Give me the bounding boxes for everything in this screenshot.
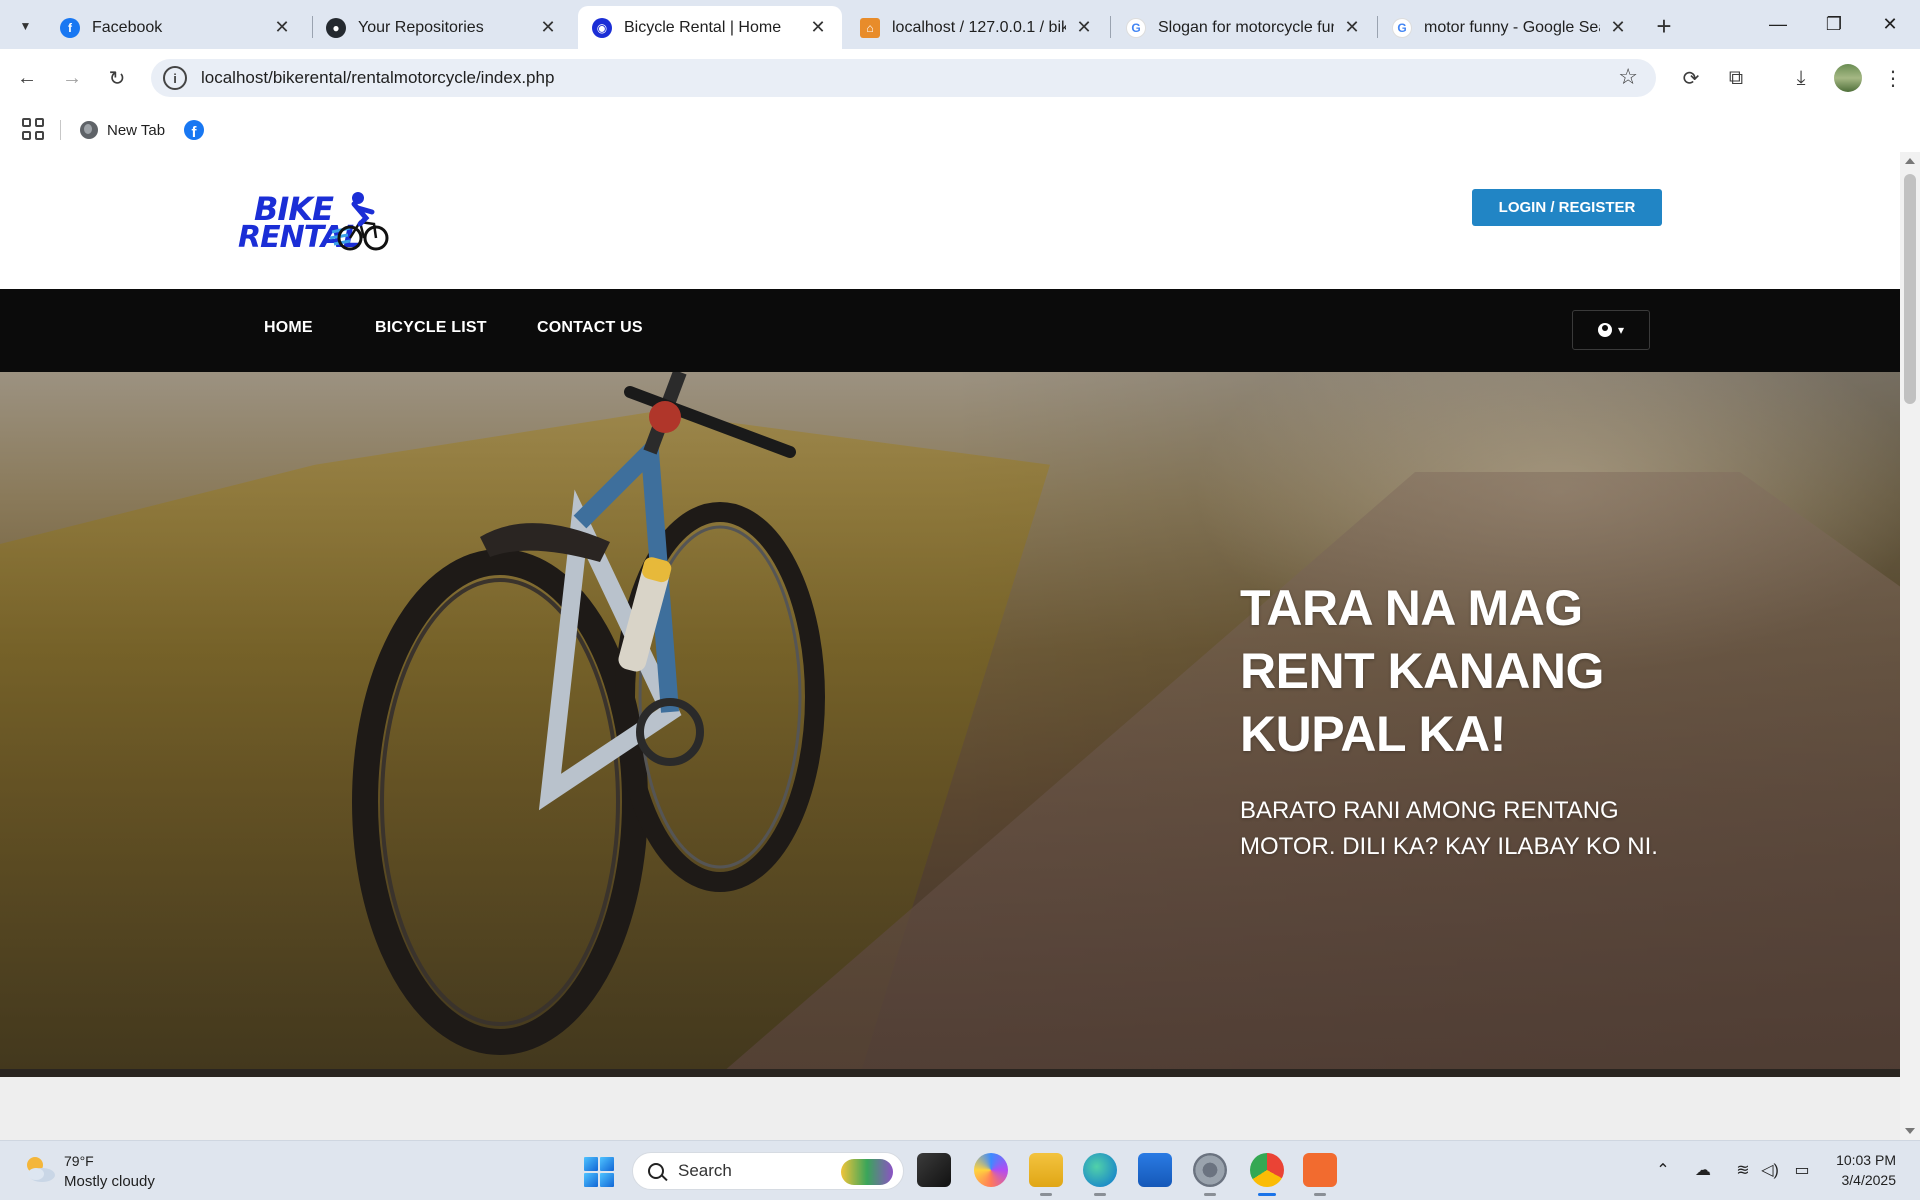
facebook-icon: f (60, 17, 80, 38)
bookmark-new-tab[interactable]: New Tab (80, 116, 165, 144)
search-icon (648, 1163, 664, 1179)
tab-facebook[interactable]: f Facebook ✕ (46, 6, 306, 49)
site-favicon-icon: ◉ (592, 17, 612, 38)
tab-title: Facebook (92, 18, 163, 36)
tab-title: Slogan for motorcycle funn (1158, 18, 1334, 36)
search-highlight-image (841, 1159, 893, 1185)
close-icon[interactable]: ✕ (808, 17, 828, 38)
user-dropdown-button[interactable]: ▾ (1572, 310, 1650, 350)
browser-toolbar: ← → ↻ i localhost/bikerental/rentalmotor… (0, 49, 1920, 108)
close-icon[interactable]: ✕ (272, 17, 292, 38)
reload-icon[interactable]: ↻ (100, 61, 134, 95)
xampp-icon[interactable] (1303, 1153, 1337, 1196)
nav-home[interactable]: HOME (264, 319, 313, 337)
task-view-icon[interactable] (917, 1153, 951, 1187)
battery-icon[interactable]: ▭ (1791, 1159, 1813, 1181)
weather-description[interactable]: Mostly cloudy (64, 1173, 155, 1190)
globe-icon (80, 121, 98, 139)
scroll-down-icon[interactable] (1905, 1128, 1915, 1134)
download-icon[interactable]: ⤓ (1784, 61, 1818, 95)
hero-text-block: TARA NA MAG RENT KANANG KUPAL KA! BARATO… (1240, 577, 1700, 865)
hero-banner: TARA NA MAG RENT KANANG KUPAL KA! BARATO… (0, 372, 1900, 1069)
google-icon: G (1126, 17, 1146, 38)
microsoft-store-icon[interactable] (1138, 1153, 1172, 1187)
back-arrow-icon[interactable]: ← (10, 61, 44, 95)
file-explorer-icon[interactable] (1029, 1153, 1063, 1196)
tab-search-chevron-icon[interactable]: ▼ (10, 10, 41, 41)
phpmyadmin-icon: ⌂ (860, 17, 880, 38)
clock-date[interactable]: 3/4/2025 (1832, 1172, 1897, 1188)
restore-icon[interactable]: ❐ (1806, 0, 1862, 49)
tab-github[interactable]: ● Your Repositories ✕ (312, 6, 572, 49)
site-header: BIKE RENTAL LOGIN / REGISTER (0, 152, 1900, 289)
scroll-up-icon[interactable] (1905, 158, 1915, 164)
chrome-icon[interactable] (1250, 1153, 1284, 1196)
window-close-icon[interactable]: ✕ (1862, 0, 1918, 49)
scrollbar-thumb[interactable] (1904, 174, 1916, 404)
address-bar[interactable]: i localhost/bikerental/rentalmotorcycle/… (151, 59, 1656, 97)
github-icon: ● (326, 17, 346, 38)
user-circle-icon (1597, 323, 1612, 337)
bookmark-facebook[interactable]: f (184, 116, 204, 144)
settings-gear-icon[interactable] (1193, 1153, 1227, 1196)
tab-title: Your Repositories (358, 18, 484, 36)
bike-rental-logo[interactable]: BIKE RENTAL (238, 188, 389, 255)
site-info-icon[interactable]: i (163, 66, 187, 90)
weather-temperature[interactable]: 79°F (64, 1153, 94, 1169)
edge-icon[interactable] (1083, 1153, 1117, 1196)
close-icon[interactable]: ✕ (1342, 17, 1362, 38)
tab-title: localhost / 127.0.0.1 / bikere (892, 18, 1066, 36)
bookmarks-bar: New Tab f (0, 108, 1920, 152)
tab-bicycle-rental[interactable]: ◉ Bicycle Rental | Home ✕ (578, 6, 842, 49)
close-icon[interactable]: ✕ (1608, 17, 1628, 38)
tab-google-slogan[interactable]: G Slogan for motorcycle funn ✕ (1112, 6, 1376, 49)
taskbar-search-label: Search (678, 1161, 732, 1180)
forward-arrow-icon[interactable]: → (55, 61, 89, 95)
nav-bicycle-list[interactable]: BICYCLE LIST (375, 319, 487, 337)
menu-kebab-icon[interactable]: ⋮ (1876, 61, 1910, 95)
hero-title: TARA NA MAG RENT KANANG KUPAL KA! (1240, 580, 1604, 762)
new-tab-plus-icon[interactable]: + (1648, 10, 1680, 42)
hero-subtitle: BARATO RANI AMONG RENTANG MOTOR. DILI KA… (1240, 797, 1658, 860)
page-scrollbar[interactable] (1900, 152, 1920, 1140)
windows-taskbar: 79°F Mostly cloudy Search ⌃ ☁ ≋ ◁) ▭ 10:… (0, 1140, 1920, 1200)
extensions-puzzle-icon[interactable]: ⧉ (1719, 61, 1753, 95)
chevron-down-icon: ▾ (1617, 323, 1625, 337)
clock-time[interactable]: 10:03 PM (1832, 1152, 1896, 1168)
profile-avatar[interactable] (1834, 64, 1862, 92)
show-hidden-icons-chevron[interactable]: ⌃ (1652, 1159, 1674, 1181)
onedrive-icon[interactable]: ☁ (1692, 1159, 1714, 1181)
tab-google-motor[interactable]: G motor funny - Google Sear ✕ (1378, 6, 1642, 49)
bookmark-label: New Tab (107, 121, 166, 139)
volume-icon[interactable]: ◁) (1759, 1159, 1781, 1181)
address-url[interactable]: localhost/bikerental/rentalmotorcycle/in… (201, 68, 554, 88)
facebook-icon: f (184, 120, 204, 140)
tab-phpmyadmin[interactable]: ⌂ localhost / 127.0.0.1 / bikere ✕ (846, 6, 1108, 49)
main-navbar: HOME BICYCLE LIST CONTACT US ▾ (0, 289, 1900, 372)
cyclist-icon (330, 192, 389, 251)
login-register-button[interactable]: LOGIN / REGISTER (1472, 189, 1662, 226)
cloudy-weather-icon[interactable] (22, 1154, 56, 1184)
sync-icon[interactable]: ⟳ (1674, 61, 1708, 95)
wifi-icon[interactable]: ≋ (1732, 1159, 1754, 1181)
bookmark-star-icon[interactable]: ☆ (1618, 64, 1638, 90)
minimize-icon[interactable]: — (1750, 0, 1806, 49)
windows-start-icon[interactable] (584, 1157, 614, 1187)
taskbar-search[interactable]: Search (632, 1152, 904, 1190)
nav-contact-us[interactable]: CONTACT US (537, 319, 643, 337)
google-icon: G (1392, 17, 1412, 38)
tab-strip: ▼ f Facebook ✕ ● Your Repositories ✕ ◉ B… (0, 0, 1920, 49)
hero-bottom-edge (0, 1069, 1900, 1077)
close-icon[interactable]: ✕ (538, 17, 558, 38)
copilot-icon[interactable] (974, 1153, 1008, 1187)
close-icon[interactable]: ✕ (1074, 17, 1094, 38)
tab-title: motor funny - Google Sear (1424, 18, 1600, 36)
bookmarks-separator (60, 120, 61, 140)
apps-grid-icon[interactable] (22, 118, 44, 140)
web-page: BIKE RENTAL LOGIN / REGISTER HOME BICYCL… (0, 152, 1900, 1140)
tab-separator (1110, 16, 1111, 38)
hero-bicycle-image (352, 372, 825, 1055)
tab-title: Bicycle Rental | Home (624, 18, 782, 36)
